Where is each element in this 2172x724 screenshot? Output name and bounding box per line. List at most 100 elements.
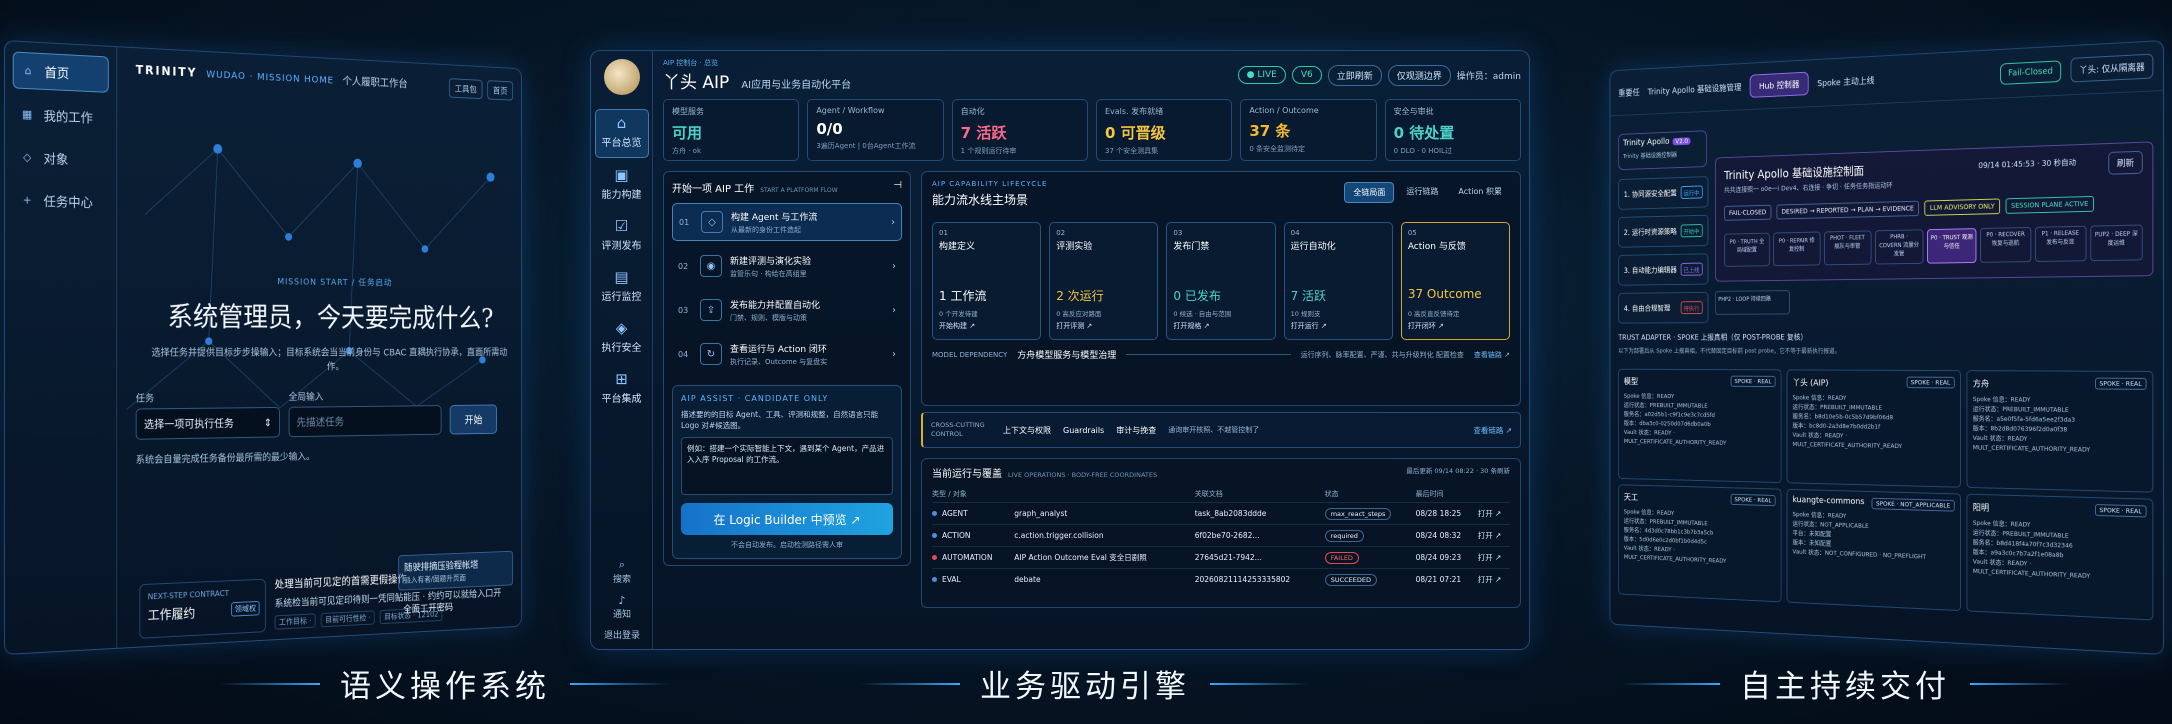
sidebar-item[interactable]: + 任务中心: [13, 182, 109, 219]
apollo-step[interactable]: 3. 自动能力编辑器 已上线: [1618, 253, 1708, 285]
home-link[interactable]: 重要任: [1618, 86, 1639, 99]
tab-action[interactable]: Action 积累: [1450, 182, 1510, 203]
tab-full-chain[interactable]: 全链局面: [1344, 182, 1394, 203]
sidebar-item[interactable]: ◇ 对象: [13, 139, 109, 177]
col-status: 状态: [1325, 486, 1416, 503]
row-open-link[interactable]: 打开 ↗: [1478, 547, 1510, 569]
flow-step[interactable]: 04 ↻ 查看运行与 Action 闭环 执行记录、Outcome 与复盘实 ›: [672, 335, 902, 373]
apollo-step[interactable]: 1. 协同源安全配置 运行中: [1618, 176, 1708, 210]
sidebar-item[interactable]: ▦ 我的工作: [13, 96, 109, 135]
contract-kicker: NEXT-STEP CONTRACT: [148, 588, 258, 602]
kpi-label: Agent / Workflow: [816, 106, 934, 115]
kpi-card[interactable]: 模型服务 可用 方舟 · ok: [663, 99, 799, 161]
row-open-link[interactable]: 打开 ↗: [1478, 503, 1510, 525]
sidebar-item[interactable]: ⌂ 首页: [13, 51, 109, 92]
row-open-link[interactable]: 打开 ↗: [1478, 569, 1510, 591]
start-button[interactable]: 开始: [450, 405, 497, 435]
stage-link[interactable]: 开始构建 ↗: [939, 321, 975, 331]
nav-item[interactable]: ⌂ 平台总览: [595, 109, 649, 158]
lifecycle-stage[interactable]: 05 Action 与反馈 37 Outcome 0 高反直反馈待定 打开闭环 ↗: [1401, 222, 1510, 340]
diamond-icon: ◇: [701, 211, 723, 233]
apollo-infra-panel: 重要任 Trinity Apollo 基础设施管理 Hub 控制器 Spoke …: [1610, 40, 2164, 655]
nav-item[interactable]: ▤ 运行监控: [595, 264, 649, 311]
side-card-primary[interactable]: 随驶排摘压验程帐塔 派入有者/图题升页面: [398, 551, 513, 591]
plane-node[interactable]: P0 · TRUTH 全局域配置: [1724, 233, 1770, 267]
apollo-step[interactable]: 4. 自由合规智理 待执行: [1618, 292, 1708, 324]
notification-nav[interactable]: ♪ 通知: [591, 593, 653, 620]
version-badge: V6: [1292, 66, 1322, 84]
plane-node[interactable]: PHOT · FLEET 舰队与审管: [1824, 230, 1872, 265]
logout-button[interactable]: 退出登录: [591, 628, 653, 641]
plane-node[interactable]: PHRB · COVERN 流量分发管: [1875, 229, 1924, 264]
task-select[interactable]: 选择一项可执行任务 ⇕: [136, 407, 280, 440]
step-text: 发布能力并配置自动化 门禁、规则、模版与动策: [730, 298, 820, 323]
plane-node[interactable]: P0 · RECOVER 恢复与巡航: [1980, 227, 2031, 263]
nav-item[interactable]: ◈ 执行安全: [595, 315, 649, 362]
table-row[interactable]: AUTOMATION AIP Action Outcome Eval 变全日剧照 2…: [932, 547, 1510, 569]
row-open-link[interactable]: 打开 ↗: [1478, 525, 1510, 547]
kpi-card[interactable]: 安全与审批 0 待处置 0 DLO · 0 HOIL过: [1385, 99, 1521, 161]
kpi-card[interactable]: 自动化 7 活跃 1 个规则运行待审: [952, 99, 1088, 161]
next-step-contract[interactable]: NEXT-STEP CONTRACT 工作履约 领域权: [139, 579, 265, 639]
kpi-card[interactable]: Evals. 发布就绪 0 可晋级 37 个安全测具集: [1096, 99, 1232, 161]
col-open: [1478, 486, 1510, 503]
lifecycle-stage[interactable]: 01 构建定义 1 工作流 0 个开发待建 开始构建 ↗: [932, 222, 1041, 340]
table-row[interactable]: EVAL debate 20260821114253335802 SUCCEEDED 0…: [932, 569, 1510, 591]
assist-desc: 描述要的的目标 Agent、工具、评测和规整，自然语言只能 Logo 对#候选图…: [681, 409, 893, 431]
kpi-card[interactable]: Agent / Workflow 0/0 3遍历Agent | 0台Agent工作流: [807, 99, 943, 161]
kpi-card[interactable]: Action / Outcome 37 条 0 条安全监测待定: [1240, 99, 1376, 161]
spoke-tab[interactable]: Spoke 主动上线: [1817, 74, 1874, 89]
stage-desc: 0 个开发待建: [939, 308, 978, 318]
plane-node[interactable]: P1 · RELEASE 发布与反显: [2035, 226, 2087, 262]
refresh-button[interactable]: 立即刷新: [1328, 65, 1382, 86]
plane-node[interactable]: PUP2 · DEEP 深度运维: [2090, 224, 2143, 261]
tab-run-chain[interactable]: 运行链路: [1398, 182, 1446, 203]
stage-link[interactable]: 打开运行 ↗: [1291, 321, 1327, 331]
nav-item[interactable]: ⊞ 平台集成: [595, 366, 649, 413]
ai-isolation-button[interactable]: 丫头: 仅从隔离器: [2071, 54, 2154, 83]
spoke-card[interactable]: 模型 SPOKE · REAL Spoke 信息：READY 运行状态：PREBUIL…: [1618, 369, 1781, 483]
home-button[interactable]: 首页: [487, 80, 513, 100]
nav-item[interactable]: ☑ 评测发布: [595, 213, 649, 260]
spoke-card[interactable]: 阳明 SPOKE · REAL Spoke 信息：READY 运行状态：PREBUIL…: [1966, 494, 2153, 621]
spoke-card[interactable]: kuangte-commons SPOKE · NOT_APPLICABLE Spo…: [1787, 489, 1961, 611]
stage-link[interactable]: 打开闭环 ↗: [1408, 321, 1444, 331]
hero-refresh-button[interactable]: 刷新: [2108, 151, 2142, 175]
flow-step[interactable]: 01 ◇ 构建 Agent 与工作流 从最新的身份工件造起 ›: [672, 203, 902, 241]
plane-node[interactable]: P0 · REPAIR 修复控制: [1773, 232, 1820, 267]
lifecycle-stage[interactable]: 03 发布门禁 0 已发布 0 候选 · 自由与范围 打开规格 ↗: [1166, 222, 1275, 340]
logic-builder-preview-button[interactable]: 在 Logic Builder 中预览 ↗: [681, 503, 893, 535]
stage-number: 04: [1291, 229, 1386, 237]
center-nav: ⌂ 平台总览 ▣ 能力构建 ☑ 评测发布 ▤ 运行监控 ◈ 执行安全 ⊞ 平台集成: [595, 109, 649, 417]
hub-controller-tab[interactable]: Hub 控制器: [1750, 72, 1809, 98]
cross-link[interactable]: 查看链路 ↗: [1473, 425, 1512, 436]
loop-node[interactable]: PHP2 · LOOP 持续回路: [1715, 290, 1790, 315]
dependency-link[interactable]: 查看链路 ↗: [1474, 350, 1510, 360]
flow-step[interactable]: 02 ◉ 新建评测与演化实验 监管乐句 · 构给在高组里 ›: [672, 247, 902, 285]
ops-table: 类型 / 对象 关联文档 状态 最后时间 AGENT graph_analyst t…: [932, 486, 1510, 590]
toolkit-button[interactable]: 工具包: [449, 78, 483, 99]
nav-item[interactable]: ▣ 能力构建: [595, 162, 649, 209]
flow-step[interactable]: 03 ⇪ 发布能力并配置自动化 门禁、规则、模版与动策 ›: [672, 291, 902, 329]
apollo-app-card[interactable]: Trinity Apollo V2.0 Trinity 基础设施控制器: [1618, 130, 1707, 170]
spoke-card[interactable]: 丫头 (AIP) SPOKE · REAL Spoke 信息：READY 运行状态：P…: [1787, 369, 1961, 487]
spoke-details: Spoke 信息：READY 运行状态：PREBUILT_IMMUTABLE 服务名…: [1624, 391, 1776, 448]
table-row[interactable]: ACTION c.action.trigger.collision 6f02be70…: [932, 525, 1510, 547]
spoke-details: Spoke 信息：READY 运行状态：PREBUILT_IMMUTABLE 服务名…: [1973, 394, 2147, 455]
loop-icon: ↻: [700, 343, 722, 365]
plane-node[interactable]: P0 · TRUST 观测与信任: [1927, 228, 1977, 264]
kpi-label: Action / Outcome: [1249, 106, 1367, 115]
spoke-card[interactable]: 天工 SPOKE · REAL Spoke 信息：READY 运行状态：PREBUIL…: [1618, 484, 1781, 602]
search-nav[interactable]: ⌕ 搜索: [591, 558, 653, 585]
collapse-icon[interactable]: ⊣: [893, 180, 902, 195]
lifecycle-stage[interactable]: 04 运行自动化 7 活跃 10 规则支 打开运行 ↗: [1284, 222, 1393, 340]
spoke-card[interactable]: 方舟 SPOKE · REAL Spoke 信息：READY 运行状态：PREBUIL…: [1966, 370, 2153, 493]
boundary-button[interactable]: 仅观测边界: [1388, 65, 1451, 86]
table-row[interactable]: AGENT graph_analyst task_8ab2083ddde max_re…: [932, 503, 1510, 525]
apollo-step[interactable]: 2. 运行时资源策略 开始中: [1618, 215, 1708, 248]
assist-textarea[interactable]: 例如：搭建一个实际智能上下文，遇到某个 Agent，产品进入入序 Proposa…: [681, 437, 893, 495]
stage-link[interactable]: 打开规格 ↗: [1173, 321, 1209, 331]
stage-link[interactable]: 打开评测 ↗: [1056, 321, 1092, 331]
lifecycle-stage[interactable]: 02 评测实验 2 次运行 0 高反应对路面 打开评测 ↗: [1049, 222, 1158, 340]
global-input[interactable]: 先描述任务: [289, 405, 442, 437]
